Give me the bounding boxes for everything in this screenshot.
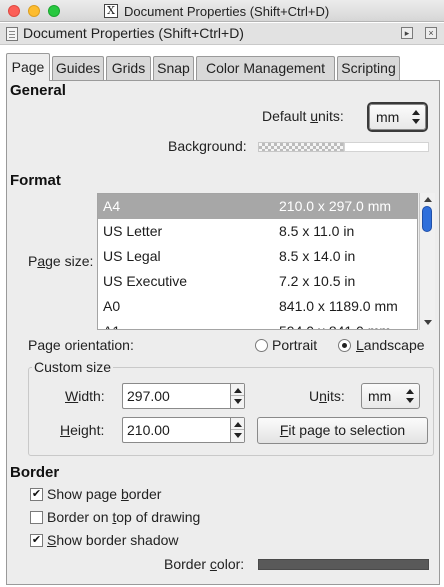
- list-item-a4[interactable]: A4 210.0 x 297.0 mm: [98, 194, 417, 219]
- tab-color-management[interactable]: Color Management: [196, 56, 335, 80]
- scroll-down-icon[interactable]: [424, 320, 432, 325]
- format-heading: Format: [10, 172, 61, 189]
- page-size-scrollbar[interactable]: [419, 193, 435, 330]
- dock-header: Document Properties (Shift+Ctrl+D) ▸ ×: [0, 23, 444, 45]
- width-label: Width:: [65, 388, 105, 404]
- page-orientation-label: Page orientation:: [28, 337, 134, 353]
- close-window-button[interactable]: [8, 5, 20, 17]
- undock-button[interactable]: ▸: [401, 27, 413, 39]
- show-page-border-label[interactable]: Show page border: [47, 486, 161, 502]
- document-icon: [6, 27, 18, 41]
- spin-down-icon[interactable]: [234, 399, 242, 404]
- tab-guides[interactable]: Guides: [52, 56, 104, 80]
- list-item-a0[interactable]: A0 841.0 x 1189.0 mm: [98, 294, 417, 319]
- border-color-button[interactable]: [258, 559, 429, 570]
- window-title: Document Properties (Shift+Ctrl+D): [124, 3, 330, 19]
- scroll-thumb[interactable]: [422, 206, 432, 232]
- tab-scripting[interactable]: Scripting: [337, 56, 400, 80]
- scroll-up-icon[interactable]: [424, 197, 432, 202]
- width-stepper[interactable]: [230, 384, 244, 408]
- units-label: Units:: [309, 388, 345, 404]
- fit-page-to-selection-button[interactable]: Fit page to selection: [257, 417, 428, 444]
- list-item-us-legal[interactable]: US Legal 8.5 x 14.0 in: [98, 244, 417, 269]
- list-item-us-executive[interactable]: US Executive 7.2 x 10.5 in: [98, 269, 417, 294]
- tab-snap[interactable]: Snap: [153, 56, 194, 80]
- default-units-value: mm: [376, 109, 400, 125]
- border-on-top-label[interactable]: Border on top of drawing: [47, 509, 200, 525]
- dock-title: Document Properties (Shift+Ctrl+D): [23, 25, 244, 41]
- tab-grids[interactable]: Grids: [106, 56, 151, 80]
- background-label: Background:: [168, 138, 247, 154]
- window-titlebar[interactable]: X Document Properties (Shift+Ctrl+D): [0, 0, 444, 22]
- page-size-label: Page size:: [28, 253, 94, 269]
- tab-page[interactable]: Page: [6, 53, 50, 81]
- spin-up-icon[interactable]: [234, 422, 242, 427]
- landscape-radio[interactable]: [338, 339, 351, 352]
- units-value: mm: [368, 388, 392, 404]
- background-color-swatch[interactable]: [344, 142, 429, 152]
- width-spinbox[interactable]: 297.00: [122, 383, 245, 409]
- list-item-a1[interactable]: A1594.0 x 841.0 mm: [98, 319, 417, 329]
- spin-down-icon[interactable]: [234, 433, 242, 438]
- portrait-label[interactable]: Portrait: [272, 337, 317, 353]
- maximize-window-button[interactable]: [48, 5, 60, 17]
- height-label: Height:: [60, 422, 105, 438]
- general-heading: General: [10, 82, 66, 99]
- spin-up-icon[interactable]: [234, 388, 242, 393]
- list-item-us-letter[interactable]: US Letter 8.5 x 11.0 in: [98, 219, 417, 244]
- show-border-shadow-label[interactable]: Show border shadow: [47, 532, 179, 548]
- landscape-label[interactable]: Landscape: [356, 337, 425, 353]
- app-icon: X: [104, 4, 118, 18]
- height-spinbox[interactable]: 210.00: [122, 417, 245, 443]
- height-stepper[interactable]: [230, 418, 244, 442]
- default-units-select[interactable]: mm: [369, 104, 426, 130]
- background-color-button[interactable]: [258, 142, 344, 152]
- custom-size-title: Custom size: [32, 359, 114, 375]
- minimize-window-button[interactable]: [28, 5, 40, 17]
- border-color-label: Border color:: [164, 556, 245, 572]
- show-border-shadow-checkbox[interactable]: ✔: [30, 534, 43, 547]
- units-select[interactable]: mm: [361, 383, 420, 409]
- border-heading: Border: [10, 464, 60, 481]
- page-size-list[interactable]: A4 210.0 x 297.0 mm US Letter 8.5 x 11.0 i…: [97, 193, 418, 330]
- chevron-updown-icon: [412, 110, 420, 124]
- width-value: 297.00: [127, 388, 170, 404]
- height-value: 210.00: [127, 422, 170, 438]
- close-dock-button[interactable]: ×: [425, 27, 437, 39]
- default-units-label: Default units:: [262, 108, 344, 124]
- chevron-updown-icon: [406, 389, 414, 403]
- border-on-top-checkbox[interactable]: [30, 511, 43, 524]
- show-page-border-checkbox[interactable]: ✔: [30, 488, 43, 501]
- portrait-radio[interactable]: [255, 339, 268, 352]
